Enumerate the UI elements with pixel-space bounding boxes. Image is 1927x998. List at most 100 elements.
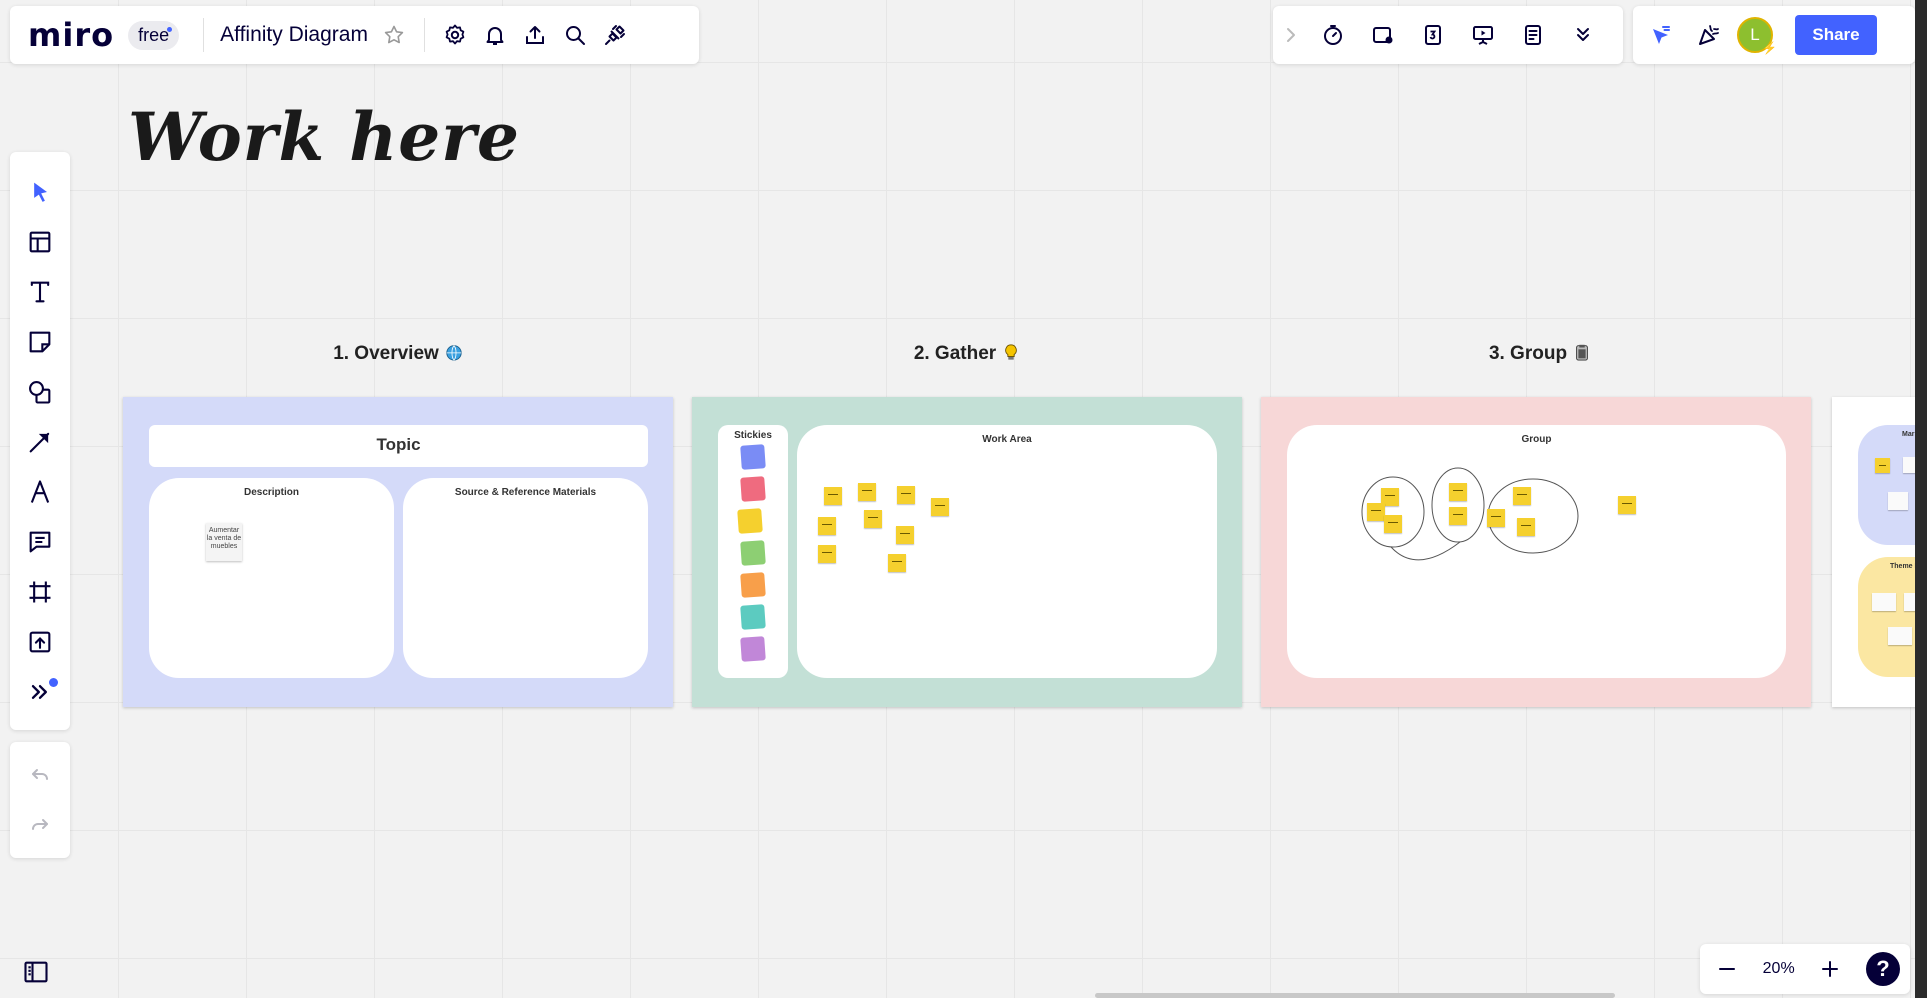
voting-button[interactable] (1413, 15, 1453, 55)
next-sticky[interactable] (1888, 627, 1912, 645)
comment-tool[interactable] (20, 522, 60, 562)
next-sticky[interactable] (1888, 492, 1908, 510)
sticky-swatch-teal[interactable] (740, 604, 766, 630)
clipboard-icon (1576, 344, 1588, 361)
group-sticky[interactable] (1367, 503, 1385, 521)
pen-tool[interactable] (20, 472, 60, 512)
group-sticky[interactable] (1449, 483, 1467, 501)
upload-icon (29, 631, 51, 653)
section-title-gather[interactable]: 2. Gather (817, 342, 1117, 365)
work-sticky[interactable] (897, 486, 915, 504)
zoom-level[interactable]: 20% (1763, 960, 1795, 978)
upload-tool[interactable] (20, 622, 60, 662)
work-sticky[interactable] (818, 545, 836, 563)
text-tool[interactable] (20, 272, 60, 312)
next-sticky[interactable] (1872, 593, 1896, 611)
collaboration-tools (1273, 6, 1623, 64)
plan-badge[interactable]: free (128, 20, 180, 50)
topic-box[interactable]: Topic (149, 425, 648, 467)
description-box[interactable]: Description Aumentar la venta de muebles (149, 478, 394, 678)
timer-button[interactable] (1313, 15, 1353, 55)
presentation-icon (1473, 26, 1493, 45)
group-sticky[interactable] (1449, 507, 1467, 525)
notifications-button[interactable] (475, 15, 515, 55)
work-sticky[interactable] (888, 554, 906, 572)
board-title[interactable]: Affinity Diagram (220, 23, 368, 47)
group-frame[interactable]: Group (1261, 397, 1811, 707)
horizontal-scrollbar[interactable] (1095, 993, 1615, 998)
canvas-heading[interactable]: Work here (128, 98, 520, 176)
help-button[interactable]: ? (1866, 952, 1900, 986)
section-title-overview[interactable]: 1. Overview (248, 342, 548, 365)
expand-tools-button[interactable] (1279, 15, 1303, 55)
star-button[interactable] (374, 15, 414, 55)
group-sticky[interactable] (1513, 487, 1531, 505)
description-sticky[interactable]: Aumentar la venta de muebles (206, 523, 242, 561)
sticky-swatch-yellow[interactable] (737, 508, 763, 534)
group-sticky[interactable] (1517, 518, 1535, 536)
sidebar-toggle-button[interactable] (16, 952, 56, 992)
templates-tool[interactable] (20, 222, 60, 262)
chevron-right-icon (1287, 28, 1295, 42)
next-sticky[interactable] (1875, 458, 1890, 473)
sticky-note-tool[interactable] (20, 322, 60, 362)
sources-box[interactable]: Source & Reference Materials (403, 478, 648, 678)
globe-icon (446, 345, 462, 361)
more-apps-button[interactable] (20, 672, 60, 712)
section-title-group[interactable]: 3. Group (1390, 342, 1690, 365)
comment-icon (29, 531, 51, 553)
work-sticky[interactable] (818, 517, 836, 535)
frame-tool[interactable] (20, 572, 60, 612)
connection-line-tool[interactable] (20, 422, 60, 462)
reactions-button[interactable] (1689, 15, 1729, 55)
work-sticky[interactable] (858, 483, 876, 501)
overview-frame[interactable]: Topic Description Aumentar la venta de m… (123, 397, 673, 707)
select-tool[interactable] (20, 172, 60, 212)
more-tools-button[interactable] (1563, 15, 1603, 55)
work-sticky[interactable] (864, 510, 882, 528)
work-sticky[interactable] (896, 526, 914, 544)
zoom-in-button[interactable] (1813, 949, 1847, 989)
group-sticky[interactable] (1487, 509, 1505, 527)
undo-icon (32, 769, 48, 780)
gather-frame[interactable]: Stickies Work Area (692, 397, 1242, 707)
user-avatar[interactable]: L ⚡ (1737, 17, 1777, 55)
cursor-icon (1653, 26, 1670, 44)
lightning-icon: ⚡ (1762, 41, 1777, 55)
notes-button[interactable] (1513, 15, 1553, 55)
divider (423, 18, 425, 52)
settings-button[interactable] (435, 15, 475, 55)
work-sticky[interactable] (931, 498, 949, 516)
work-area-box[interactable]: Work Area (797, 425, 1217, 678)
share-bar: L ⚡ Share (1633, 6, 1915, 64)
sticky-swatch-pink[interactable] (740, 476, 766, 502)
miro-logo[interactable]: miro (28, 16, 114, 54)
arrow-icon (29, 432, 50, 453)
stickies-box[interactable]: Stickies (718, 425, 788, 678)
search-button[interactable] (555, 15, 595, 55)
share-button[interactable]: Share (1795, 15, 1877, 55)
sticky-swatch-purple[interactable] (740, 636, 766, 662)
next-frame[interactable]: Marke Theme N (1832, 397, 1927, 707)
work-sticky[interactable] (824, 487, 842, 505)
star-icon (384, 25, 404, 44)
group-box[interactable]: Group (1287, 425, 1786, 678)
undo-button[interactable] (20, 755, 60, 795)
cursor-toggle-button[interactable] (1641, 15, 1681, 55)
sticky-swatch-green[interactable] (740, 540, 766, 566)
avatar-initial: L (1750, 25, 1760, 44)
integrations-button[interactable] (595, 15, 635, 55)
zoom-out-button[interactable] (1710, 949, 1744, 989)
group-sticky[interactable] (1618, 496, 1636, 514)
redo-button[interactable] (20, 805, 60, 845)
board-header: miro free Affinity Diagram (10, 6, 699, 64)
sticky-swatch-orange[interactable] (740, 572, 766, 598)
divider (203, 18, 205, 52)
presentation-button[interactable] (1463, 15, 1503, 55)
video-chat-button[interactable] (1363, 15, 1403, 55)
shapes-tool[interactable] (20, 372, 60, 412)
export-button[interactable] (515, 15, 555, 55)
sources-label: Source & Reference Materials (454, 487, 597, 498)
sticky-swatch-blue[interactable] (740, 444, 766, 470)
group-sticky[interactable] (1384, 515, 1402, 533)
